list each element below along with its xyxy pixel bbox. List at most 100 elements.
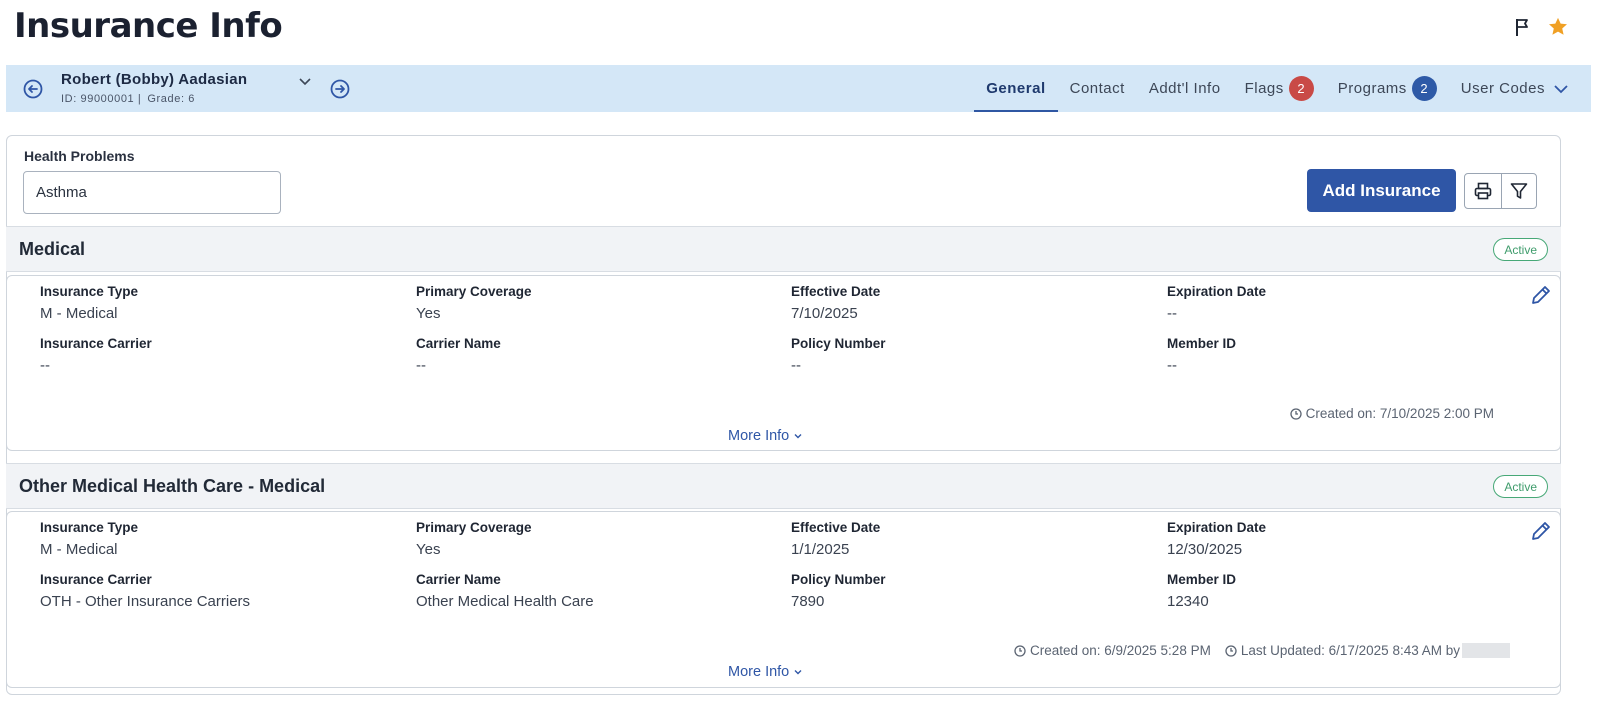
chevron-down-icon [1554,84,1568,93]
insurance-card: Insurance Type M - Medical Primary Cover… [6,275,1561,451]
favorite-star-icon[interactable] [1547,16,1569,38]
insurance-carrier-field: Insurance Carrier OTH - Other Insurance … [40,572,250,610]
field-label: Insurance Carrier [40,572,152,587]
member-id-field: Member ID 12340 [1167,572,1236,610]
edit-pencil-icon[interactable] [1530,520,1552,547]
updated-text: Last Updated: 6/17/2025 8:43 AM by [1240,643,1460,658]
field-value: Yes [416,541,441,558]
health-problems-label: Health Problems [24,148,135,164]
more-info-link[interactable]: More Info [728,664,803,680]
student-details: ID: 99000001 | Grade: 6 [61,93,201,105]
filter-button[interactable] [1500,174,1537,208]
field-label: Insurance Carrier [40,336,152,351]
tab-label: Addt'l Info [1148,80,1221,97]
audit-meta: Created on: 6/9/2025 5:28 PM Last Update… [1014,643,1510,658]
student-tabs: General Contact Addt'l Info Flags 2 Progr… [974,65,1581,112]
field-value: 7890 [791,593,825,610]
field-value: 12340 [1167,593,1209,610]
member-id-field: Member ID -- [1167,336,1236,374]
status-badge: Active [1493,238,1548,261]
expiration-date-field: Expiration Date -- [1167,284,1266,322]
toolbar-buttons [1464,173,1537,209]
field-value: Yes [416,305,441,322]
page-title: Insurance Info [14,6,283,46]
field-value: -- [40,357,50,374]
insurance-section-title: Medical [19,239,86,259]
tab-label: Flags [1244,80,1284,97]
print-button[interactable] [1465,174,1501,208]
edit-pencil-icon[interactable] [1530,284,1552,311]
field-label: Insurance Type [40,520,139,535]
field-label: Carrier Name [416,572,501,587]
filter-icon [1510,183,1528,199]
field-label: Effective Date [791,284,881,299]
student-name: Robert (Bobby) Aadasian [61,71,248,88]
field-label: Member ID [1167,336,1237,351]
created-text: Created on: 7/10/2025 2:00 PM [1305,406,1494,421]
expiration-date-field: Expiration Date 12/30/2025 [1167,520,1266,558]
tab-user-codes[interactable]: User Codes [1449,65,1581,112]
carrier-name-field: Carrier Name -- [416,336,501,374]
primary-coverage-field: Primary Coverage Yes [416,284,532,322]
carrier-name-field: Carrier Name Other Medical Health Care [416,572,594,610]
policy-number-field: Policy Number 7890 [791,572,886,610]
field-value: M - Medical [40,541,118,558]
previous-student-icon[interactable] [23,79,43,99]
field-label: Effective Date [791,520,881,535]
clock-icon [1289,407,1302,420]
field-label: Member ID [1167,572,1237,587]
field-label: Expiration Date [1167,520,1267,535]
tab-label: Contact [1069,80,1125,97]
insurance-section-header[interactable]: Medical Active [6,226,1561,272]
field-value: M - Medical [40,305,118,322]
field-label: Primary Coverage [416,520,532,535]
insurance-section-title: Other Medical Health Care - Medical [19,476,326,496]
insurance-section-header[interactable]: Other Medical Health Care - Medical Acti… [6,463,1561,509]
field-value: -- [791,357,801,374]
more-info-label: More Info [728,428,790,444]
tab-programs[interactable]: Programs 2 [1326,65,1449,112]
field-label: Policy Number [791,336,886,351]
tab-addtl-info[interactable]: Addt'l Info [1137,65,1233,112]
tab-flags[interactable]: Flags 2 [1233,65,1326,112]
created-meta: Created on: 7/10/2025 2:00 PM [1289,406,1494,421]
field-label: Primary Coverage [416,284,532,299]
more-info-link[interactable]: More Info [728,428,803,444]
field-value: -- [1167,305,1177,322]
field-value: -- [416,357,426,374]
insurance-card: Insurance Type M - Medical Primary Cover… [6,511,1561,688]
field-value: 1/1/2025 [791,541,850,558]
field-value: 12/30/2025 [1167,541,1243,558]
field-label: Insurance Type [40,284,139,299]
effective-date-field: Effective Date 7/10/2025 [791,284,880,322]
student-id: ID: 99000001 | [61,93,142,105]
programs-count-badge: 2 [1411,76,1437,101]
print-icon [1474,182,1492,200]
insurance-info-page: Insurance Info Robert (Bobby) Aadasian I… [0,0,1597,712]
next-student-icon[interactable] [330,79,350,99]
field-label: Carrier Name [416,336,501,351]
clock-icon [1225,644,1237,657]
insurance-type-field: Insurance Type M - Medical [40,284,138,322]
effective-date-field: Effective Date 1/1/2025 [791,520,880,558]
field-value: -- [1167,357,1177,374]
field-value: OTH - Other Insurance Carriers [40,593,251,610]
add-insurance-button[interactable]: Add Insurance [1307,169,1456,212]
tab-label: Programs [1337,80,1407,97]
chevron-down-icon [794,434,802,439]
primary-coverage-field: Primary Coverage Yes [416,520,532,558]
status-badge: Active [1493,475,1548,498]
chevron-down-icon [794,670,802,675]
flags-count-badge: 2 [1288,76,1314,101]
tab-contact[interactable]: Contact [1058,65,1137,112]
student-dropdown-chevron-icon[interactable] [298,75,312,94]
flag-icon[interactable] [1513,17,1533,37]
policy-number-field: Policy Number -- [791,336,886,374]
insurance-type-field: Insurance Type M - Medical [40,520,138,558]
tab-general[interactable]: General [974,65,1059,112]
redacted-user [1462,643,1510,658]
tab-label: General [986,80,1046,97]
health-problems-field[interactable] [23,171,281,214]
student-grade: Grade: 6 [147,93,195,105]
field-value: Other Medical Health Care [416,593,594,610]
